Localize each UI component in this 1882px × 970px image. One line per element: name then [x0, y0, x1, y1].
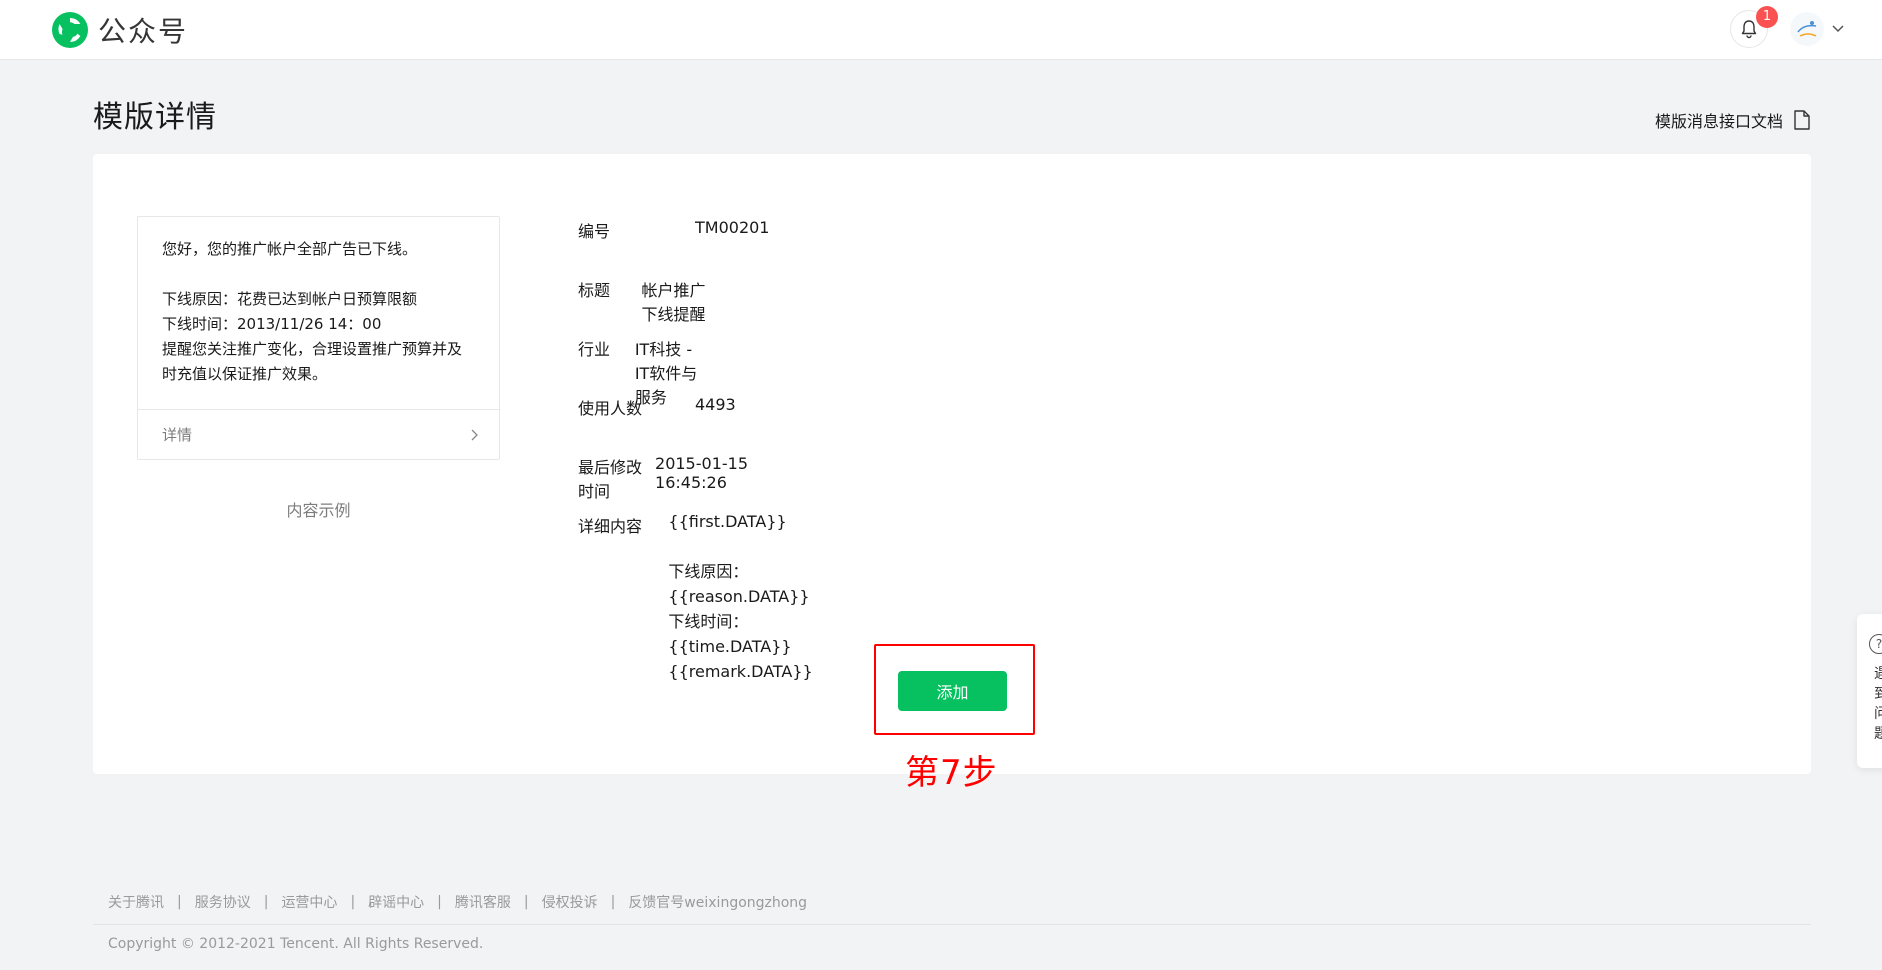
- info-row-id: 编号 TM00201: [578, 218, 769, 242]
- help-question-icon: ?: [1869, 634, 1882, 654]
- footer-link-support[interactable]: 腾讯客服: [455, 892, 511, 912]
- preview-line: 您好，您的推广帐户全部广告已下线。: [162, 240, 418, 258]
- help-text: 遇到问题: [1874, 666, 1882, 742]
- footer-separator: |: [610, 894, 616, 910]
- footer-separator: |: [350, 894, 356, 910]
- doc-link-label: 模版消息接口文档: [1655, 112, 1784, 131]
- info-label: 标题: [578, 281, 611, 300]
- brand-logo[interactable]: 公众号: [50, 8, 188, 52]
- annotation-step-label: 第7步: [905, 753, 998, 793]
- avatar-image-icon: [1790, 12, 1824, 46]
- preview-content: 您好，您的推广帐户全部广告已下线。 下线原因：花费已达到帐户日预算限额 下线时间…: [138, 217, 499, 410]
- wechat-official-logo-icon: [52, 12, 88, 48]
- info-label: 最后修改时间: [578, 458, 643, 501]
- footer-separator: |: [263, 894, 269, 910]
- template-content: {{first.DATA}} 下线原因：{{reason.DATA}} 下线时间…: [668, 509, 839, 684]
- footer-link-about[interactable]: 关于腾讯: [108, 892, 164, 912]
- notification-badge: 1: [1756, 6, 1778, 28]
- info-value: 2015-01-15 16:45:26: [655, 454, 748, 492]
- footer-divider: [93, 924, 1811, 925]
- copyright-text: Copyright © 2012-2021 Tencent. All Right…: [108, 936, 484, 952]
- footer-links: 关于腾讯 | 服务协议 | 运营中心 | 辟谣中心 | 腾讯客服 | 侵权投诉 …: [108, 892, 807, 912]
- message-preview: 您好，您的推广帐户全部广告已下线。 下线原因：花费已达到帐户日预算限额 下线时间…: [137, 216, 500, 460]
- preview-detail-link[interactable]: 详情: [138, 409, 499, 459]
- info-row-content: 详细内容 {{first.DATA}} 下线原因：{{reason.DATA}}…: [578, 512, 839, 684]
- content-line: {{first.DATA}}: [668, 512, 787, 531]
- info-value: TM00201: [695, 218, 770, 237]
- footer-link-terms[interactable]: 服务协议: [195, 892, 251, 912]
- info-row-users: 使用人数 4493: [578, 395, 736, 419]
- info-value: 帐户推广下线提醒: [641, 281, 706, 324]
- footer-link-rumor[interactable]: 辟谣中心: [368, 892, 424, 912]
- add-button[interactable]: 添加: [898, 671, 1007, 711]
- page-title: 模版详情: [93, 100, 217, 135]
- footer-separator: |: [523, 894, 529, 910]
- info-value: 4493: [695, 395, 736, 414]
- floating-help-widget[interactable]: ? 遇到问题: [1857, 614, 1882, 768]
- preview-line: 下线原因：花费已达到帐户日预算限额: [162, 290, 418, 308]
- content-line: 下线原因：{{reason.DATA}}: [668, 562, 810, 606]
- footer-link-operations[interactable]: 运营中心: [281, 892, 337, 912]
- info-label: 使用人数: [578, 399, 643, 418]
- template-api-doc-link[interactable]: 模版消息接口文档: [1655, 108, 1811, 132]
- preview-line: 时充值以保证推广效果。: [162, 365, 328, 383]
- content-line: {{remark.DATA}}: [668, 662, 813, 681]
- footer-link-feedback[interactable]: 反馈官号weixingongzhong: [628, 892, 807, 912]
- top-bar: 公众号 1: [0, 0, 1882, 60]
- content-line: 下线时间：{{time.DATA}}: [668, 612, 792, 656]
- bell-icon: [1741, 20, 1757, 39]
- document-icon: [1794, 110, 1810, 130]
- footer-link-infringement[interactable]: 侵权投诉: [542, 892, 598, 912]
- info-label: 编号: [578, 222, 611, 241]
- preview-line: 下线时间：2013/11/26 14：00: [162, 315, 382, 333]
- preview-caption: 内容示例: [286, 501, 351, 520]
- avatar[interactable]: [1790, 12, 1824, 46]
- info-label: 详细内容: [578, 517, 643, 536]
- info-row-title: 标题 帐户推广下线提醒: [578, 277, 711, 325]
- preview-detail-label: 详情: [162, 426, 193, 444]
- chevron-down-icon[interactable]: [1830, 20, 1846, 36]
- preview-line: 提醒您关注推广变化，合理设置推广预算并及: [162, 340, 463, 358]
- footer-separator: |: [437, 894, 442, 910]
- info-row-modified: 最后修改时间 2015-01-15 16:45:26: [578, 454, 767, 502]
- brand-name: 公众号: [98, 15, 189, 48]
- footer-separator: |: [177, 894, 182, 910]
- chevron-right-icon: [471, 429, 478, 440]
